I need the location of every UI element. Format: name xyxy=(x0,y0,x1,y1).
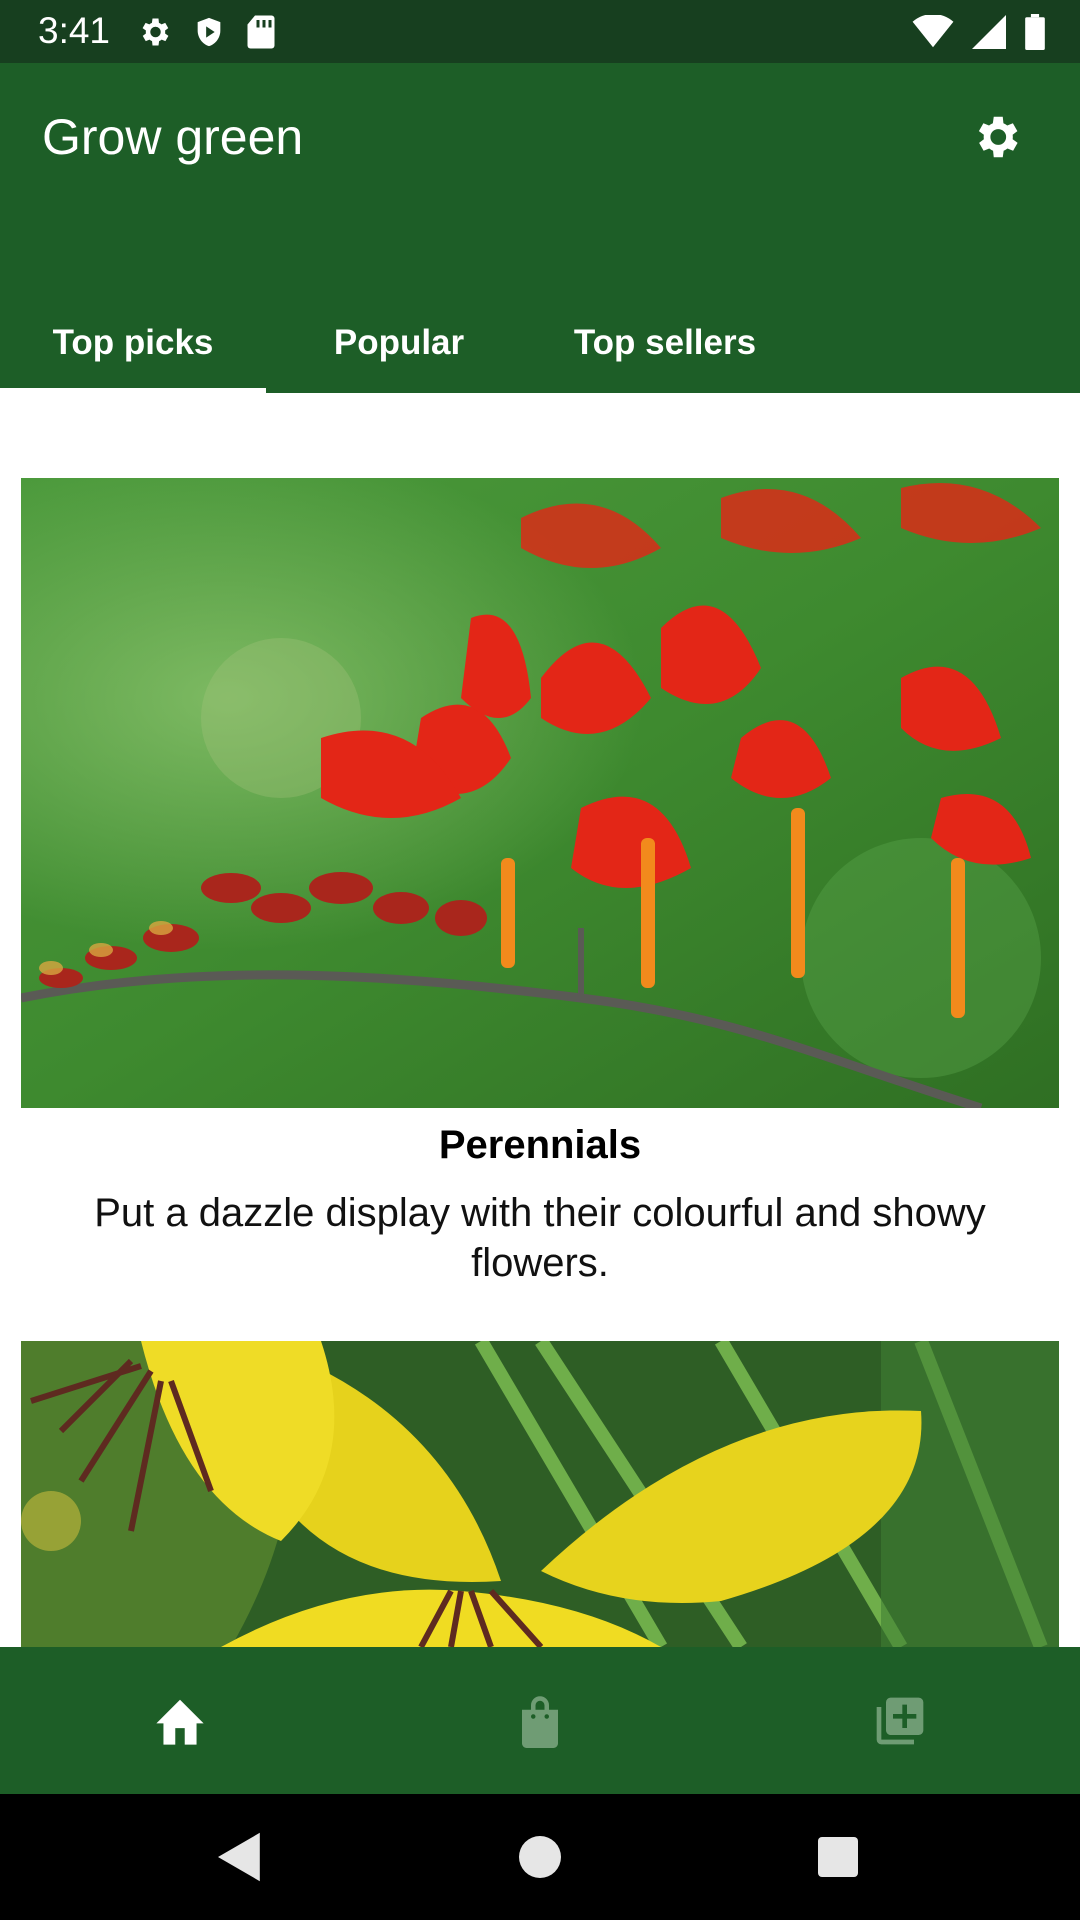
status-bar: 3:41 xyxy=(0,0,1080,63)
play-protect-icon xyxy=(197,17,221,47)
card-image-perennials[interactable] xyxy=(21,478,1059,1108)
gear-icon xyxy=(978,116,1018,158)
app-title: Grow green xyxy=(42,109,304,165)
card-description: Put a dazzle display with their colourfu… xyxy=(94,1191,986,1285)
status-time: 3:41 xyxy=(38,10,111,51)
tab-bar: Top picks Popular Top sellers xyxy=(0,293,1080,393)
wifi-icon xyxy=(912,15,954,48)
red-crocosmia-flowers-image xyxy=(21,478,1059,1108)
yellow-flower-image xyxy=(21,1341,1059,1647)
settings-icon xyxy=(142,18,169,46)
battery-icon xyxy=(1025,14,1045,50)
sd-card-icon xyxy=(247,15,275,49)
app-bar: Grow green Top picks Popular Top sellers xyxy=(0,63,1080,393)
shopping-bag-icon xyxy=(522,1695,558,1748)
nav-shop[interactable] xyxy=(360,1647,720,1794)
settings-button[interactable] xyxy=(960,101,1032,173)
home-circle-icon xyxy=(519,1836,561,1878)
home-icon xyxy=(156,1699,204,1745)
recents-icon xyxy=(818,1837,858,1877)
recents-button[interactable] xyxy=(803,1822,873,1892)
tab-top-picks[interactable]: Top picks xyxy=(0,293,266,393)
home-button[interactable] xyxy=(505,1822,575,1892)
card-title: Perennials xyxy=(438,1123,642,1167)
status-icons-left xyxy=(136,12,276,52)
card-image-second[interactable] xyxy=(21,1341,1059,1647)
tab-top-sellers[interactable]: Top sellers xyxy=(532,293,798,393)
system-navigation-bar xyxy=(0,1794,1080,1920)
back-button[interactable] xyxy=(205,1822,275,1892)
content-list[interactable]: Perennials Put a dazzle display with the… xyxy=(0,393,1080,1647)
status-icons-right xyxy=(912,12,1046,52)
back-icon xyxy=(218,1832,260,1882)
library-add-icon xyxy=(876,1697,924,1744)
nav-library[interactable] xyxy=(720,1647,1080,1794)
tab-popular[interactable]: Popular xyxy=(266,293,532,393)
nav-home[interactable] xyxy=(0,1647,360,1794)
signal-icon xyxy=(972,15,1006,49)
bottom-navigation xyxy=(0,1647,1080,1794)
